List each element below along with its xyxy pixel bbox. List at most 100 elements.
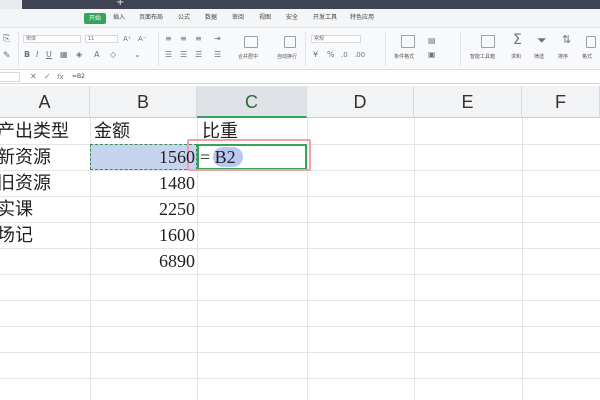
- cell-b2[interactable]: 1560: [90, 145, 197, 170]
- cell-b1[interactable]: 金额: [94, 119, 130, 144]
- align-middle-icon[interactable]: ≡: [180, 34, 187, 44]
- spreadsheet-grid: A B C D E F 产出类型 金额 比重 新资源 1560 = B2 旧资源…: [0, 86, 600, 400]
- column-header-e[interactable]: E: [414, 86, 522, 118]
- font-name-value: 宋体: [26, 36, 37, 42]
- menu-page-layout[interactable]: 页面布局: [139, 13, 163, 23]
- number-format-select[interactable]: 常规: [311, 35, 361, 43]
- align-left-icon[interactable]: ☰: [165, 50, 172, 60]
- font-size-select[interactable]: 11: [85, 35, 118, 43]
- formula-bar: ✕ ✓ fx =B2: [0, 70, 600, 84]
- indent-icon[interactable]: ⇥: [214, 34, 221, 44]
- table-style-icon[interactable]: ▤: [428, 36, 436, 46]
- format-painter-icon[interactable]: ✎: [3, 51, 11, 61]
- menu-review[interactable]: 审阅: [232, 13, 244, 23]
- cell-a2[interactable]: 新资源: [0, 145, 51, 170]
- underline-icon[interactable]: U: [46, 50, 52, 60]
- align-right-icon[interactable]: ☰: [195, 50, 202, 60]
- currency-icon[interactable]: ¥: [313, 50, 318, 60]
- bold-icon[interactable]: B: [24, 50, 30, 60]
- font-size-value: 11: [88, 36, 95, 42]
- gridline: [0, 300, 600, 301]
- font-name-select[interactable]: 宋体: [23, 35, 81, 43]
- column-header-c[interactable]: C: [197, 86, 307, 118]
- column-header-f[interactable]: F: [522, 86, 600, 118]
- cell-a3[interactable]: 旧资源: [0, 171, 51, 196]
- filter-label: 筛选: [534, 54, 545, 60]
- filter-icon[interactable]: ⏷: [537, 33, 547, 47]
- column-header-b[interactable]: B: [90, 86, 197, 118]
- cell-style-icon[interactable]: ▣: [428, 50, 436, 60]
- fill-color-icon[interactable]: ◈: [76, 50, 82, 60]
- menu-data[interactable]: 数据: [205, 13, 217, 23]
- paste-icon[interactable]: ⎘: [3, 34, 10, 44]
- column-header-d[interactable]: D: [307, 86, 414, 118]
- align-top-icon[interactable]: ≡: [165, 34, 172, 44]
- merge-center-icon[interactable]: [244, 36, 258, 48]
- wrap-text-icon[interactable]: [284, 36, 296, 48]
- format-icon[interactable]: [586, 36, 596, 48]
- percent-icon[interactable]: %: [327, 50, 335, 60]
- gridline: [0, 378, 600, 379]
- formula-input[interactable]: =B2: [72, 72, 85, 82]
- menu-special[interactable]: 特色应用: [350, 13, 374, 23]
- align-center-icon[interactable]: ☰: [180, 50, 187, 60]
- cell-b4[interactable]: 2250: [90, 197, 197, 222]
- increase-font-icon[interactable]: A⁺: [123, 34, 131, 44]
- cell-a4[interactable]: 实课: [0, 197, 33, 222]
- gridline: [0, 326, 600, 327]
- justify-icon[interactable]: ☰: [214, 50, 221, 60]
- decimal-decrease-icon[interactable]: .00: [354, 50, 365, 60]
- name-box[interactable]: [0, 72, 20, 82]
- more-font-icon[interactable]: ⌄: [134, 50, 141, 60]
- decrease-font-icon[interactable]: A⁻: [138, 34, 146, 44]
- format-label: 格式: [582, 54, 593, 60]
- conditional-format-label: 条件格式: [394, 54, 415, 60]
- menu-view[interactable]: 视图: [259, 13, 271, 23]
- cell-a5[interactable]: 场记: [0, 223, 33, 248]
- wrap-text-label: 自动换行: [277, 54, 298, 60]
- confirm-icon[interactable]: ✓: [44, 71, 51, 83]
- menu-developer[interactable]: 开发工具: [313, 13, 337, 23]
- sum-icon[interactable]: Σ: [513, 32, 522, 48]
- merge-center-label: 合并居中: [238, 54, 259, 60]
- cell-b6[interactable]: 6890: [90, 249, 197, 274]
- menu-formulas[interactable]: 公式: [178, 13, 190, 23]
- italic-icon[interactable]: I: [36, 50, 38, 60]
- cell-b5[interactable]: 1600: [90, 223, 197, 248]
- cell-c2-edit-text[interactable]: = B2: [200, 144, 236, 170]
- gridline: [0, 352, 600, 353]
- document-tab[interactable]: [0, 0, 22, 9]
- conditional-format-icon[interactable]: [401, 35, 415, 48]
- cell-b3[interactable]: 1480: [90, 171, 197, 196]
- decimal-icon[interactable]: .0: [341, 50, 348, 60]
- menu-security[interactable]: 安全: [286, 13, 298, 23]
- number-format-value: 常规: [314, 36, 325, 42]
- formula-reference: B2: [214, 147, 236, 167]
- font-color-icon[interactable]: A: [94, 50, 99, 60]
- cell-a1[interactable]: 产出类型: [0, 119, 69, 144]
- title-bar: +: [0, 0, 600, 9]
- cancel-icon[interactable]: ✕: [30, 71, 37, 83]
- border-icon[interactable]: ▦: [60, 50, 68, 60]
- gridline: [414, 118, 415, 400]
- sort-label: 排序: [558, 54, 569, 60]
- new-tab-icon[interactable]: +: [116, 0, 124, 9]
- ribbon-separator: [385, 32, 386, 66]
- column-headers: A B C D E F: [0, 86, 600, 118]
- formula-equals: =: [200, 147, 211, 167]
- sum-label: 求和: [511, 54, 522, 60]
- smart-toolbox-label: 智能工具箱: [470, 54, 496, 60]
- menu-insert[interactable]: 插入: [113, 13, 125, 23]
- column-header-a[interactable]: A: [0, 86, 90, 118]
- align-bottom-icon[interactable]: ≡: [195, 34, 202, 44]
- ribbon-separator: [18, 32, 19, 66]
- clear-format-icon[interactable]: ◇: [110, 50, 116, 60]
- ribbon-separator: [158, 32, 159, 66]
- gridline: [0, 274, 600, 275]
- smart-toolbox-icon[interactable]: [481, 35, 495, 48]
- gridline: [522, 118, 523, 400]
- sort-icon[interactable]: ⇅: [562, 34, 571, 46]
- cell-c1[interactable]: 比重: [202, 119, 238, 144]
- menu-home[interactable]: 开始: [84, 13, 107, 24]
- insert-function-icon[interactable]: fx: [57, 71, 64, 83]
